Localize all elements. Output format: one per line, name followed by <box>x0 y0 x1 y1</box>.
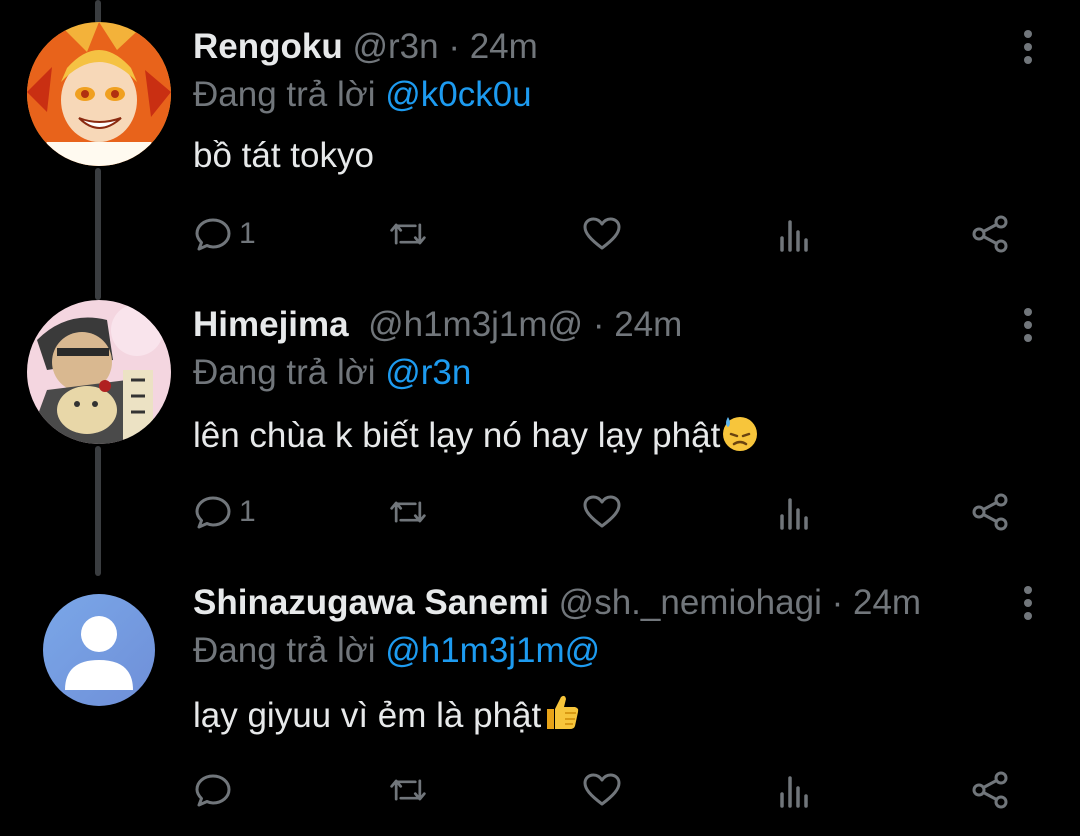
share-icon <box>972 771 1008 809</box>
more-options-icon[interactable] <box>1020 30 1036 64</box>
tweet[interactable]: Rengoku @r3n · 24m Đang trả lời @k0ck0u … <box>0 0 1080 280</box>
mention-link[interactable]: @r3n <box>385 353 471 392</box>
retweet-icon <box>390 223 426 245</box>
handle[interactable]: @sh._nemiohagi <box>559 583 822 622</box>
reply-count: 1 <box>239 217 256 250</box>
avatar[interactable] <box>27 22 171 166</box>
retweet-button[interactable] <box>388 210 428 258</box>
handle[interactable]: @r3n <box>352 27 438 66</box>
replying-to: Đang trả lời @h1m3j1m@ <box>193 631 600 671</box>
timestamp[interactable]: · 24m <box>593 305 682 344</box>
heart-icon <box>583 773 621 806</box>
tweet-header: Shinazugawa Sanemi @sh._nemiohagi · 24m <box>193 583 1000 623</box>
replying-to-label: Đang trả lời <box>193 353 376 392</box>
reply-button[interactable]: 1 <box>193 210 256 258</box>
tweet[interactable]: Shinazugawa Sanemi @sh._nemiohagi · 24m … <box>0 556 1080 836</box>
tweet-header: Rengoku @r3n · 24m <box>193 27 1000 67</box>
mention-link[interactable]: @k0ck0u <box>385 75 531 114</box>
share-button[interactable] <box>970 210 1010 258</box>
reply-count: 1 <box>239 495 256 528</box>
mention-link[interactable]: @h1m3j1m@ <box>385 631 600 670</box>
avatar[interactable] <box>27 300 171 444</box>
default-user-avatar-icon <box>43 594 155 706</box>
bar-chart-icon <box>780 498 808 530</box>
thumbs-up-icon <box>541 691 583 743</box>
downcast-face-with-sweat-icon <box>720 413 760 463</box>
anime-avatar-himejima-icon <box>27 300 171 444</box>
timestamp[interactable]: · 24m <box>448 27 537 66</box>
like-button[interactable] <box>582 488 622 536</box>
replying-to: Đang trả lời @r3n <box>193 353 471 393</box>
avatar[interactable] <box>43 594 155 706</box>
replying-to-label: Đang trả lời <box>193 631 376 670</box>
bar-chart-icon <box>780 776 808 808</box>
replying-to: Đang trả lời @k0ck0u <box>193 75 532 115</box>
reply-button[interactable] <box>193 766 239 814</box>
retweet-button[interactable] <box>388 766 428 814</box>
share-button[interactable] <box>970 766 1010 814</box>
more-options-icon[interactable] <box>1020 586 1036 620</box>
like-button[interactable] <box>582 766 622 814</box>
tweet-text: lạy giyuu vì ẻm là phật <box>193 691 583 743</box>
display-name[interactable]: Shinazugawa Sanemi <box>193 583 549 622</box>
action-bar: 1 <box>0 210 1080 258</box>
action-bar: 1 <box>0 488 1080 536</box>
tweet[interactable]: Himejima @h1m3j1m@ · 24m Đang trả lời @r… <box>0 278 1080 558</box>
handle[interactable]: @h1m3j1m@ <box>368 305 583 344</box>
comment-icon <box>195 496 231 529</box>
retweet-button[interactable] <box>388 488 428 536</box>
share-button[interactable] <box>970 488 1010 536</box>
tweet-header: Himejima @h1m3j1m@ · 24m <box>193 305 1000 345</box>
tweet-text: bồ tát tokyo <box>193 136 374 175</box>
analytics-button[interactable] <box>776 488 816 536</box>
display-name[interactable]: Himejima <box>193 305 349 344</box>
heart-icon <box>583 217 621 250</box>
like-button[interactable] <box>582 210 622 258</box>
action-bar <box>0 766 1080 814</box>
display-name[interactable]: Rengoku <box>193 27 343 66</box>
share-icon <box>972 493 1008 531</box>
bar-chart-icon <box>780 220 808 252</box>
share-icon <box>972 215 1008 253</box>
heart-icon <box>583 495 621 528</box>
timestamp[interactable]: · 24m <box>832 583 921 622</box>
comment-icon <box>195 774 231 807</box>
retweet-icon <box>390 501 426 523</box>
replying-to-label: Đang trả lời <box>193 75 376 114</box>
tweet-text-content: lạy giyuu vì ẻm là phật <box>193 696 542 735</box>
anime-avatar-rengoku-icon <box>27 22 171 166</box>
comment-icon <box>195 218 231 251</box>
reply-button[interactable]: 1 <box>193 488 256 536</box>
tweet-text-content: lên chùa k biết lạy nó hay lạy phật <box>193 416 721 455</box>
tweet-text: lên chùa k biết lạy nó hay lạy phật <box>193 413 760 463</box>
more-options-icon[interactable] <box>1020 308 1036 342</box>
retweet-icon <box>390 779 426 801</box>
analytics-button[interactable] <box>776 210 816 258</box>
analytics-button[interactable] <box>776 766 816 814</box>
